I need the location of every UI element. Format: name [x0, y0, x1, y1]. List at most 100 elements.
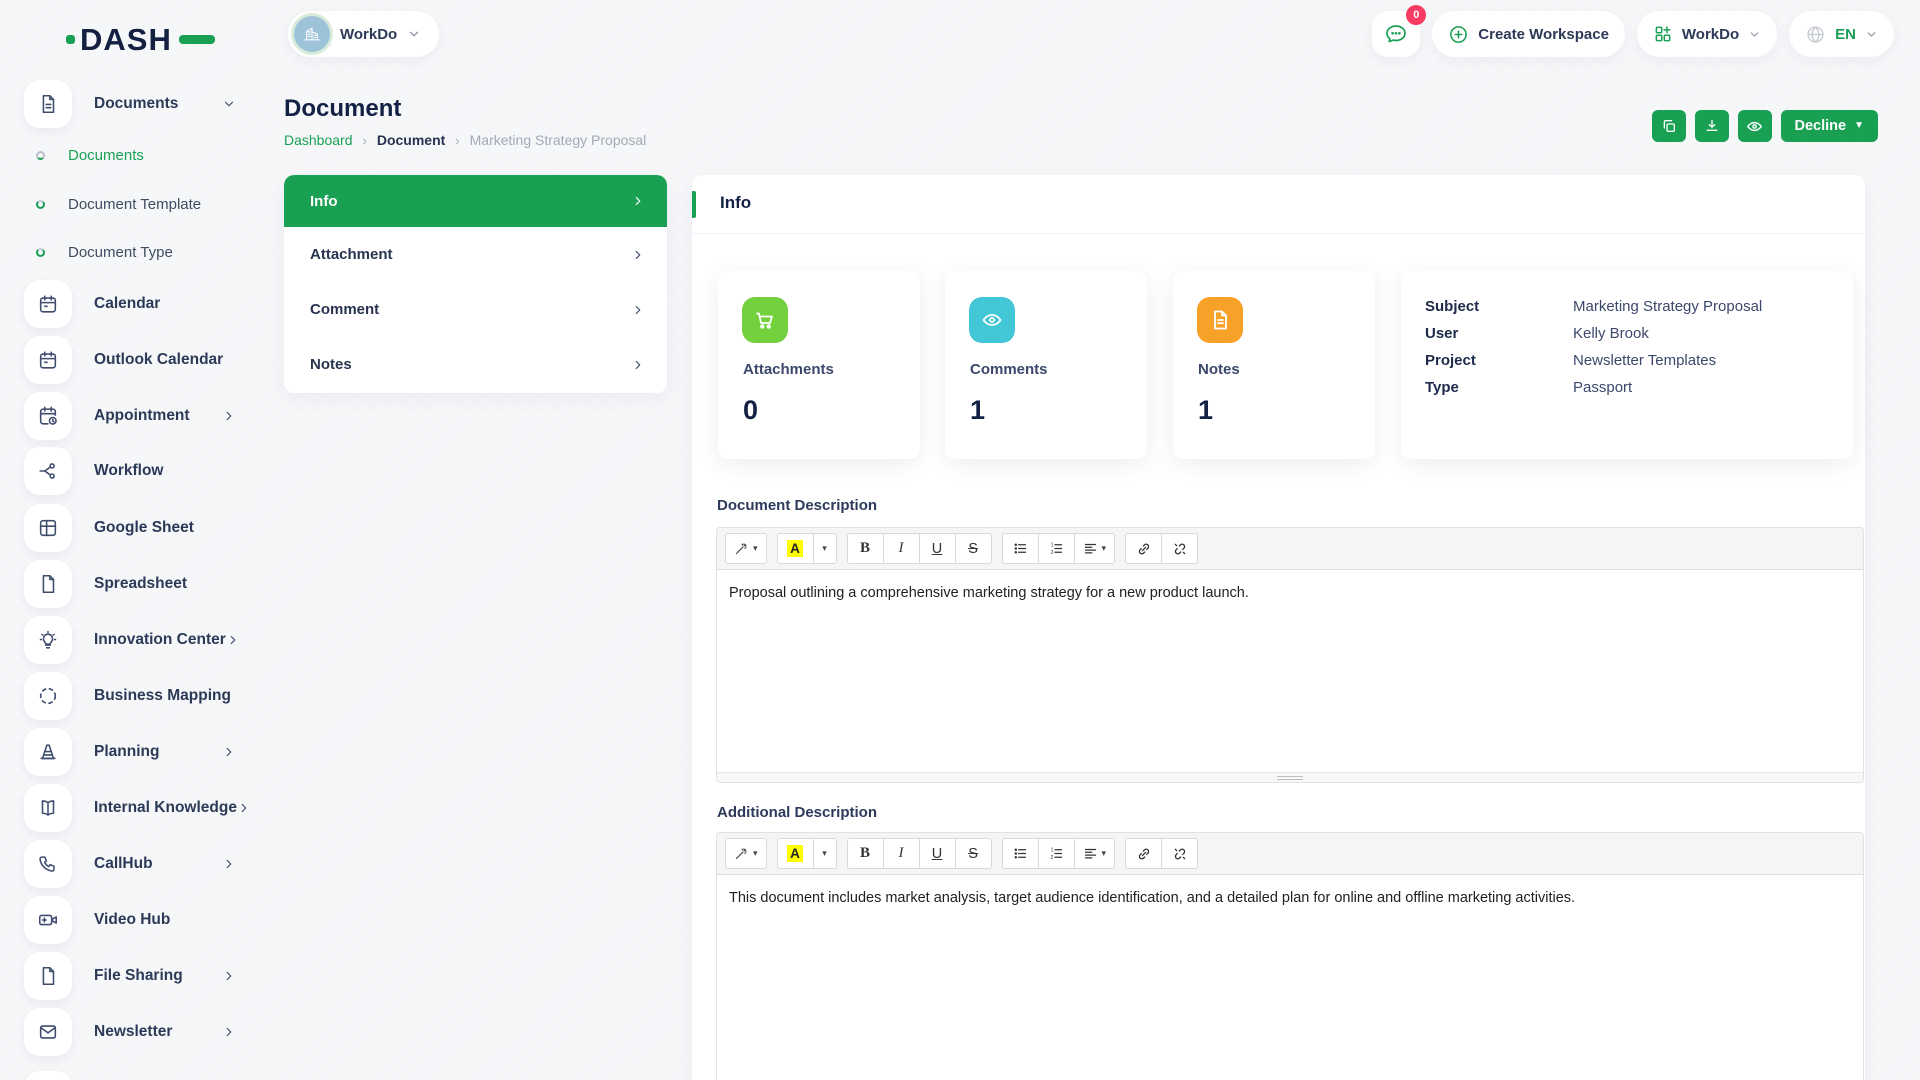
paragraph-align-button[interactable]: ▾: [1073, 533, 1116, 564]
ordered-list-button[interactable]: 12: [1037, 838, 1075, 869]
app-window: DASH WorkDo 0 Create Workspace WorkDo EN…: [0, 0, 1920, 1080]
sidebar-item-innovation-center[interactable]: Innovation Center: [24, 616, 236, 664]
font-color-glyph: A: [787, 845, 803, 862]
strikethrough-button[interactable]: S: [954, 533, 992, 564]
sidebar-item-file-sharing[interactable]: File Sharing: [24, 952, 236, 1000]
sidebar-item-business-mapping[interactable]: Business Mapping: [24, 672, 236, 720]
sidebar-subitem-documents[interactable]: Documents: [36, 144, 236, 166]
chevron-right-icon: [631, 248, 645, 262]
link-button[interactable]: [1125, 533, 1163, 564]
calendar-icon: [24, 280, 72, 328]
sidebar-item-label: Planning: [94, 743, 160, 760]
chevron-right-icon: [222, 1025, 236, 1039]
create-workspace-button[interactable]: Create Workspace: [1432, 11, 1625, 57]
strikethrough-button[interactable]: S: [954, 838, 992, 869]
style-button[interactable]: ▾: [725, 838, 767, 869]
workdo-menu-button[interactable]: WorkDo: [1636, 11, 1778, 57]
italic-button[interactable]: I: [882, 838, 920, 869]
chevron-down-icon: [407, 27, 421, 41]
caret-down-icon: ▼: [1854, 120, 1864, 131]
font-color-button[interactable]: A: [776, 533, 814, 564]
breadcrumb-separator: ›: [455, 132, 460, 148]
sidebar-item-workflow[interactable]: Workflow: [24, 447, 236, 495]
underline-glyph: U: [931, 845, 943, 862]
sidebar-item-spreadsheet[interactable]: Spreadsheet: [24, 560, 236, 608]
breadcrumb-current: Marketing Strategy Proposal: [469, 132, 647, 148]
preview-button[interactable]: [1737, 110, 1772, 142]
editor-content[interactable]: This document includes market analysis, …: [717, 875, 1863, 1080]
mail-icon: [24, 1008, 72, 1056]
sidebar-item-callhub[interactable]: CallHub: [24, 840, 236, 888]
sidebar-item-documents[interactable]: Documents: [24, 80, 236, 128]
detail-label: Subject: [1425, 298, 1480, 315]
editor-content[interactable]: Proposal outlining a comprehensive marke…: [717, 570, 1863, 772]
style-button[interactable]: ▾: [725, 533, 767, 564]
font-color-button[interactable]: A: [776, 838, 814, 869]
sidebar-item-label: Outlook Calendar: [94, 351, 224, 368]
sidebar-item-label: Documents: [94, 95, 179, 112]
menu-item-comment[interactable]: Comment: [284, 282, 667, 337]
messages-button[interactable]: 0: [1372, 5, 1427, 57]
italic-glyph: I: [898, 540, 904, 556]
brand-logo: DASH: [66, 24, 215, 55]
ordered-list-button[interactable]: 12: [1037, 533, 1075, 564]
editor-resize-handle[interactable]: [717, 772, 1863, 782]
sidebar-item-appointment[interactable]: Appointment: [24, 392, 236, 440]
menu-item-attachment[interactable]: Attachment: [284, 227, 667, 282]
sidebar-item-newsletter[interactable]: Newsletter: [24, 1008, 236, 1056]
italic-button[interactable]: I: [882, 533, 920, 564]
building-icon: [304, 27, 320, 41]
menu-item-notes[interactable]: Notes: [284, 337, 667, 392]
menu-item-label: Comment: [310, 301, 380, 318]
unordered-list-button[interactable]: [1001, 533, 1039, 564]
unordered-list-button[interactable]: [1001, 838, 1039, 869]
link-button[interactable]: [1125, 838, 1163, 869]
language-selector[interactable]: EN: [1789, 11, 1894, 57]
font-color-caret-button[interactable]: ▾: [812, 533, 837, 564]
breadcrumb-dashboard-link[interactable]: Dashboard: [284, 132, 353, 148]
unlink-button[interactable]: [1161, 838, 1199, 869]
bold-button[interactable]: B: [846, 533, 884, 564]
underline-button[interactable]: U: [918, 838, 956, 869]
chat-icon: [1386, 25, 1407, 43]
detail-value: Marketing Strategy Proposal: [1573, 298, 1763, 315]
sidebar-item-outlook-calendar[interactable]: Outlook Calendar: [24, 336, 236, 384]
workflow-icon: [24, 447, 72, 495]
chevron-right-icon: [631, 358, 645, 372]
language-label: EN: [1835, 25, 1856, 43]
menu-item-info[interactable]: Info: [284, 175, 667, 227]
sidebar: Documents Documents Document Template Do…: [0, 70, 256, 1080]
sidebar-item-planning[interactable]: Planning: [24, 728, 236, 776]
paragraph-align-button[interactable]: ▾: [1073, 838, 1116, 869]
breadcrumb-separator: ›: [362, 132, 367, 148]
magic-wand-icon: [735, 543, 747, 555]
font-color-caret-button[interactable]: ▾: [812, 838, 837, 869]
detail-value: Kelly Brook: [1573, 325, 1649, 342]
sidebar-item-label: File Sharing: [94, 967, 183, 984]
download-button[interactable]: [1694, 110, 1729, 142]
chevron-right-icon: [222, 857, 236, 871]
underline-button[interactable]: U: [918, 533, 956, 564]
underline-glyph: U: [931, 540, 943, 557]
magic-wand-icon: [735, 848, 747, 860]
sidebar-item-partial[interactable]: [24, 1071, 236, 1080]
unlink-button[interactable]: [1161, 533, 1199, 564]
decline-dropdown-button[interactable]: Decline ▼: [1780, 110, 1878, 142]
detail-label: Type: [1425, 379, 1459, 396]
bullet-ring-icon: [36, 247, 45, 257]
sidebar-item-video-hub[interactable]: Video Hub: [24, 896, 236, 944]
duplicate-button[interactable]: [1651, 110, 1686, 142]
sidebar-item-internal-knowledge[interactable]: Internal Knowledge: [24, 784, 247, 832]
align-left-icon: [1084, 543, 1096, 554]
sidebar-subitem-document-type[interactable]: Document Type: [36, 241, 236, 263]
sidebar-item-google-sheet[interactable]: Google Sheet: [24, 504, 236, 552]
sidebar-subitem-document-template[interactable]: Document Template: [36, 193, 236, 215]
workspace-switcher[interactable]: WorkDo: [288, 11, 440, 57]
grid-plus-icon: [1655, 26, 1671, 42]
dashed-circle-icon: [24, 672, 72, 720]
document-description-label: Document Description: [717, 497, 878, 514]
menu-item-label: Notes: [310, 356, 352, 373]
breadcrumb-document[interactable]: Document: [377, 132, 445, 148]
sidebar-item-calendar[interactable]: Calendar: [24, 280, 236, 328]
bold-button[interactable]: B: [846, 838, 884, 869]
